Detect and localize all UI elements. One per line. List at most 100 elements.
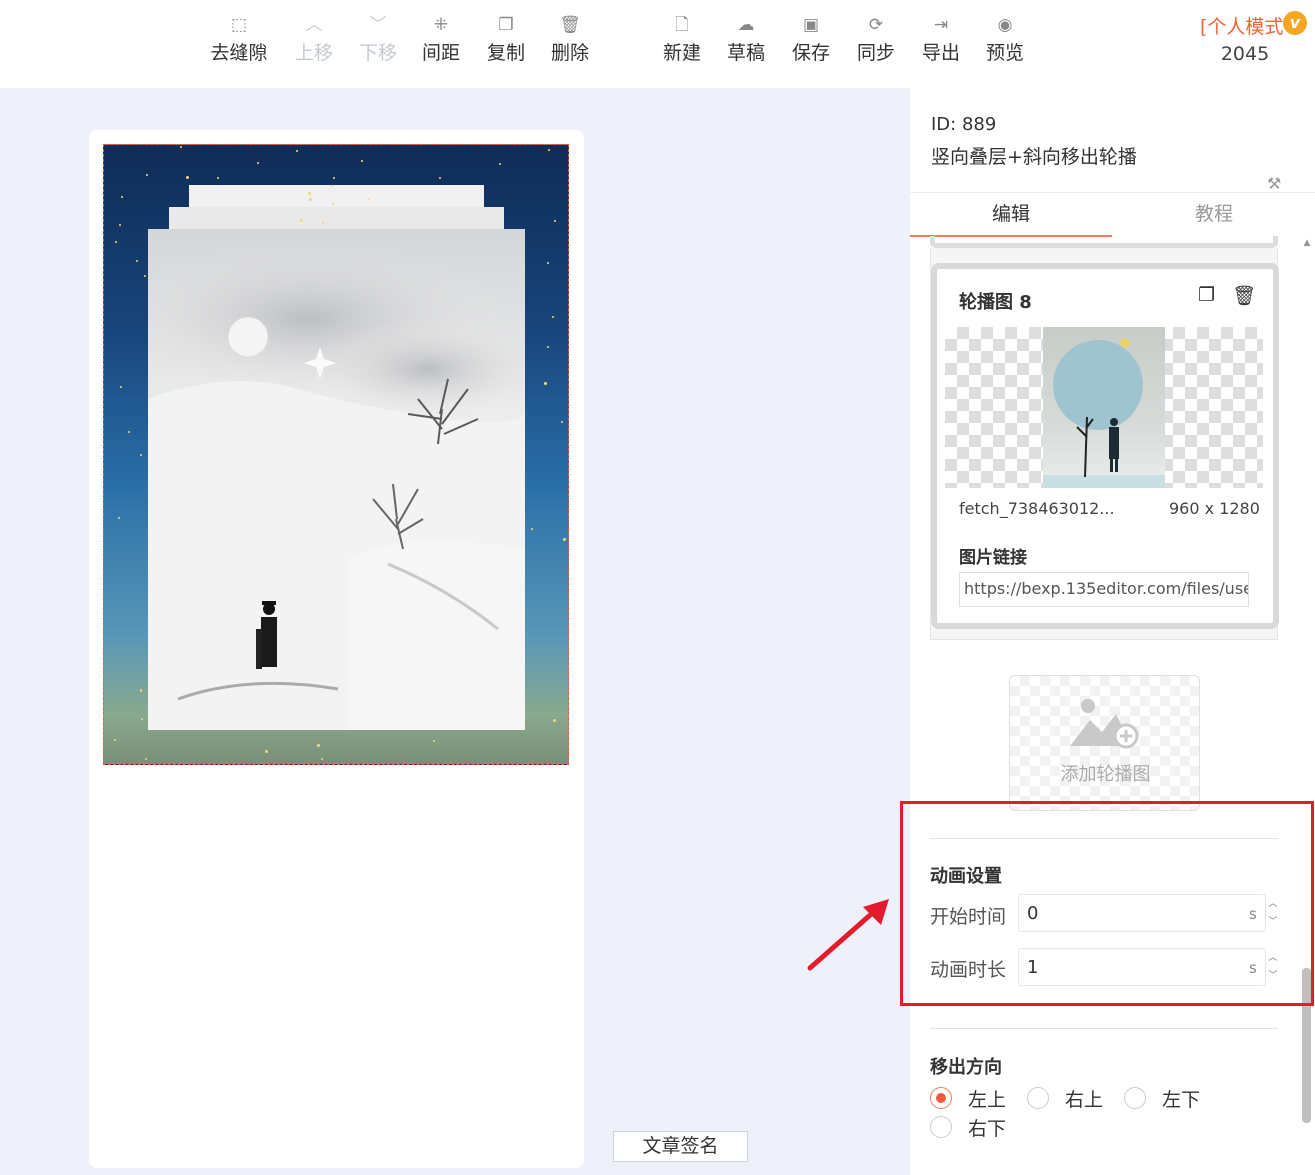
eye-icon: ◉ xyxy=(997,15,1013,35)
scroll-up-icon[interactable]: ▲ xyxy=(1301,238,1313,248)
star-dot xyxy=(139,453,142,456)
top-toolbar: ⬚ 去缝隙 ︿ 上移 ﹀ 下移 ⁜ 间距 ❐ 复制 🗑 删除 🗋 新建 ☁ 草稿… xyxy=(0,0,1315,88)
image-link-label: 图片链接 xyxy=(959,548,1027,568)
slide-image-size: 960 x 1280 xyxy=(1169,499,1260,518)
annotation-highlight-box xyxy=(900,801,1314,1006)
sync-icon: ⟳ xyxy=(868,15,884,35)
star-dot xyxy=(333,177,336,180)
slide-delete-icon[interactable]: 🗑 xyxy=(1232,284,1256,307)
vip-badge-icon: v xyxy=(1283,11,1307,35)
template-id: ID: 889 xyxy=(931,114,997,135)
copy-icon: ❐ xyxy=(498,15,514,35)
exit-direction-title: 移出方向 xyxy=(930,1057,1002,1078)
sync-button[interactable]: ⟳ 同步 xyxy=(844,10,908,74)
slide-copy-icon[interactable]: ❐ xyxy=(1198,284,1215,306)
delete-button[interactable]: 🗑 删除 xyxy=(538,10,602,74)
star-dot xyxy=(180,145,183,148)
new-file-icon: 🗋 xyxy=(675,15,689,35)
star-dot xyxy=(367,197,370,200)
star-dot xyxy=(121,195,124,198)
star-dot xyxy=(296,150,299,153)
star-dot xyxy=(145,758,148,761)
star-dot xyxy=(361,159,364,162)
star-dot xyxy=(551,315,554,318)
moon-figure-illustration xyxy=(1043,338,1165,488)
star-dot xyxy=(114,738,116,741)
panel-tabs: 编辑 教程 xyxy=(910,192,1315,237)
direction-label-bottom-right: 右下 xyxy=(968,1118,1007,1140)
move-up-icon: ︿ xyxy=(305,15,323,35)
settings-panel: ID: 889 竖向叠层+斜向移出轮播 ⚒ 编辑 教程 轮播图 8 ❐ 🗑 fe… xyxy=(910,88,1315,1175)
direction-label-bottom-left: 左下 xyxy=(1162,1089,1201,1111)
star-dot xyxy=(115,240,118,243)
spacing-button[interactable]: ⁜ 间距 xyxy=(409,10,473,74)
star-dot xyxy=(498,162,501,165)
add-slide-button[interactable]: 添加轮播图 xyxy=(1009,675,1200,811)
mode-number: 2045 xyxy=(1220,43,1270,65)
cloud-icon: ☁ xyxy=(737,15,755,35)
tab-edit[interactable]: 编辑 xyxy=(910,193,1112,237)
star-dot xyxy=(563,538,567,542)
star-dot xyxy=(331,202,334,205)
export-button[interactable]: ⇥ 导出 xyxy=(909,10,973,74)
copy-button[interactable]: ❐ 复制 xyxy=(474,10,538,74)
star-dot xyxy=(561,420,564,423)
spacing-icon: ⁜ xyxy=(433,15,449,35)
save-icon: ▣ xyxy=(802,15,820,35)
previous-slide-card xyxy=(930,236,1278,248)
star-dot xyxy=(128,431,131,434)
add-image-icon xyxy=(1070,699,1139,749)
mode-link[interactable]: [个人模式 xyxy=(1200,12,1283,39)
move-down-icon: ﹀ xyxy=(369,15,387,35)
tab-tutorial[interactable]: 教程 xyxy=(1113,193,1315,237)
star-dot xyxy=(217,176,220,179)
new-button[interactable]: 🗋 新建 xyxy=(650,10,714,74)
star-dot xyxy=(320,758,323,761)
star-dot xyxy=(438,177,441,180)
template-name: 竖向叠层+斜向移出轮播 xyxy=(931,146,1137,168)
star-dot xyxy=(139,690,142,693)
star-dot xyxy=(143,275,146,278)
preview-button[interactable]: ◉ 预览 xyxy=(973,10,1037,74)
direction-radio-bottom-left[interactable] xyxy=(1124,1087,1146,1109)
direction-radio-bottom-right[interactable] xyxy=(930,1116,952,1138)
annotation-arrow-icon xyxy=(807,899,889,971)
save-button[interactable]: ▣ 保存 xyxy=(779,10,843,74)
direction-radio-top-left[interactable] xyxy=(930,1087,952,1109)
star-dot xyxy=(547,262,550,265)
star-dot xyxy=(140,718,143,721)
star-dot xyxy=(118,223,121,226)
carousel-preview[interactable] xyxy=(103,144,569,765)
move-up-button[interactable]: ︿ 上移 xyxy=(282,10,346,74)
tools-icon[interactable]: ⚒ xyxy=(1267,174,1281,193)
star-dot xyxy=(531,528,533,531)
star-dot xyxy=(553,718,557,722)
star-dot xyxy=(257,162,260,165)
export-icon: ⇥ xyxy=(933,15,949,35)
star-dot xyxy=(117,516,120,519)
article-signature-button[interactable]: 文章签名 xyxy=(613,1131,748,1162)
move-down-button[interactable]: ﹀ 下移 xyxy=(346,10,410,74)
remove-gap-icon: ⬚ xyxy=(230,15,248,35)
add-slide-label: 添加轮播图 xyxy=(1060,764,1151,785)
star-dot xyxy=(145,174,148,177)
star-dot xyxy=(543,381,547,385)
star-dot xyxy=(135,260,138,263)
image-link-input[interactable]: https://bexp.135editor.com/files/users/0… xyxy=(959,572,1249,607)
direction-radio-top-right[interactable] xyxy=(1027,1087,1049,1109)
direction-label-top-right: 右上 xyxy=(1065,1089,1104,1111)
draft-button[interactable]: ☁ 草稿 xyxy=(714,10,778,74)
star-dot xyxy=(330,184,333,187)
star-dot xyxy=(264,749,268,753)
remove-gap-button[interactable]: ⬚ 去缝隙 xyxy=(207,10,271,74)
star-dot xyxy=(547,149,550,152)
star-dot xyxy=(316,743,320,747)
star-dot xyxy=(547,346,550,349)
winter-landscape-illustration xyxy=(148,239,525,730)
star-dot xyxy=(432,740,435,743)
slide-thumbnail[interactable] xyxy=(945,327,1263,488)
star-dot xyxy=(554,219,557,222)
slide-file-name: fetch_738463012... xyxy=(959,499,1115,518)
direction-label-top-left: 左上 xyxy=(968,1089,1007,1111)
divider xyxy=(930,1028,1278,1029)
